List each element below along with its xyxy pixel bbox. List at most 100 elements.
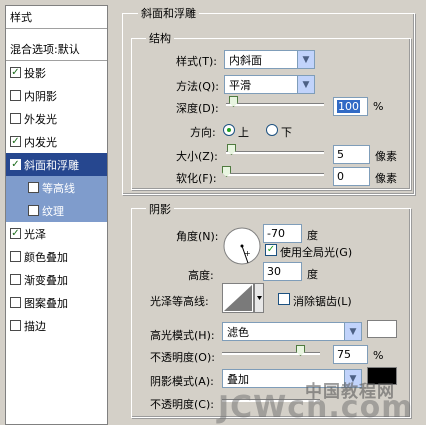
anti-alias-checkbox[interactable]: [278, 293, 290, 305]
effect-item[interactable]: 斜面和浮雕: [6, 153, 107, 176]
chevron-down-icon: ▼: [297, 51, 314, 68]
effect-checkbox[interactable]: [10, 320, 21, 331]
soften-slider[interactable]: [226, 173, 324, 176]
effect-checkbox[interactable]: [28, 182, 39, 193]
effect-item[interactable]: 等高线: [6, 176, 107, 199]
anti-alias-label: 消除锯齿(L): [293, 295, 352, 308]
highlight-opacity-label: 不透明度(O):: [150, 351, 215, 364]
effect-label: 渐变叠加: [24, 273, 68, 287]
angle-dial[interactable]: +: [222, 226, 262, 266]
highlight-mode-label: 高光模式(H):: [150, 329, 215, 342]
highlight-mode-value: 滤色: [227, 325, 249, 339]
direction-up-radio[interactable]: [223, 124, 235, 136]
style-label: 样式(T):: [176, 55, 218, 68]
altitude-unit: 度: [307, 268, 318, 281]
effect-item[interactable]: 光泽: [6, 222, 107, 245]
effect-label: 纹理: [42, 204, 64, 218]
watermark-line2: JCWcn.com: [218, 390, 414, 425]
shadow-opacity-label: 不透明度(C):: [150, 398, 214, 411]
shading-title: 阴影: [146, 201, 174, 217]
effect-checkbox[interactable]: [28, 205, 39, 216]
effect-item[interactable]: 投影: [6, 61, 107, 84]
size-unit: 像素: [375, 150, 397, 163]
chevron-down-icon: ▼: [344, 323, 361, 340]
effect-label: 外发光: [24, 112, 57, 126]
effect-item[interactable]: 图案叠加: [6, 291, 107, 314]
effect-label: 斜面和浮雕: [24, 158, 79, 172]
gloss-contour-label: 光泽等高线:: [150, 295, 209, 308]
highlight-opacity-input[interactable]: 75: [333, 345, 368, 364]
altitude-input[interactable]: 30: [263, 262, 302, 281]
effect-item[interactable]: 描边: [6, 314, 107, 337]
size-input[interactable]: 5: [333, 145, 370, 164]
depth-slider[interactable]: [226, 103, 324, 106]
size-value: 5: [337, 148, 344, 161]
blend-options-item[interactable]: 混合选项:默认: [6, 38, 107, 61]
effect-label: 内发光: [24, 135, 57, 149]
depth-input[interactable]: 100: [333, 97, 368, 116]
effect-checkbox[interactable]: [10, 113, 21, 124]
soften-value: 0: [337, 170, 344, 183]
effect-label: 颜色叠加: [24, 250, 68, 264]
effect-item[interactable]: 外发光: [6, 107, 107, 130]
angle-label: 角度(N):: [176, 230, 219, 243]
chevron-down-icon: ▼: [297, 76, 314, 93]
structure-title: 结构: [146, 30, 174, 46]
effect-label: 光泽: [24, 227, 46, 241]
styles-list: 样式 混合选项:默认 投影内阴影外发光内发光斜面和浮雕等高线纹理光泽颜色叠加渐变…: [5, 5, 108, 425]
soften-label: 软化(F):: [176, 172, 217, 185]
effect-checkbox[interactable]: [10, 228, 21, 239]
effect-item[interactable]: 纹理: [6, 199, 107, 222]
altitude-value: 30: [267, 265, 281, 278]
depth-value: 100: [337, 100, 360, 113]
direction-up-label: 上: [238, 126, 249, 139]
effect-checkbox[interactable]: [10, 159, 21, 170]
soften-unit: 像素: [375, 172, 397, 185]
angle-value: -70: [267, 227, 285, 240]
effect-label: 投影: [24, 66, 46, 80]
effect-checkbox[interactable]: [10, 297, 21, 308]
technique-select[interactable]: 平滑 ▼: [224, 75, 315, 94]
highlight-opacity-value: 75: [337, 348, 351, 361]
styles-header-label: 样式: [10, 11, 32, 24]
effect-label: 内阴影: [24, 89, 57, 103]
size-slider[interactable]: [226, 151, 324, 154]
styles-header[interactable]: 样式: [6, 6, 107, 29]
svg-text:+: +: [244, 249, 251, 258]
effect-label: 等高线: [42, 181, 75, 195]
effect-checkbox[interactable]: [10, 251, 21, 262]
effect-checkbox[interactable]: [10, 274, 21, 285]
effect-checkbox[interactable]: [10, 90, 21, 101]
effect-item[interactable]: 内阴影: [6, 84, 107, 107]
shadow-mode-value: 叠加: [227, 372, 249, 386]
shadow-mode-label: 阴影模式(A):: [150, 375, 214, 388]
effect-item[interactable]: 内发光: [6, 130, 107, 153]
depth-unit: %: [373, 100, 384, 113]
blend-options-label: 混合选项:默认: [10, 43, 80, 56]
style-select-value: 内斜面: [229, 53, 262, 67]
altitude-label: 高度:: [188, 269, 214, 282]
highlight-mode-select[interactable]: 滤色 ▼: [222, 322, 362, 341]
effect-checkbox[interactable]: [10, 136, 21, 147]
effect-item[interactable]: 渐变叠加: [6, 268, 107, 291]
angle-unit: 度: [307, 229, 318, 242]
effect-label: 图案叠加: [24, 296, 68, 310]
effect-label: 描边: [24, 319, 46, 333]
technique-select-value: 平滑: [229, 78, 251, 92]
technique-label: 方法(Q):: [176, 80, 219, 93]
global-light-label: 使用全局光(G): [280, 246, 353, 259]
bevel-section-title: 斜面和浮雕: [138, 5, 199, 21]
angle-input[interactable]: -70: [263, 224, 302, 243]
style-select[interactable]: 内斜面 ▼: [224, 50, 315, 69]
effect-checkbox[interactable]: [10, 67, 21, 78]
highlight-opacity-slider[interactable]: [222, 352, 320, 355]
direction-down-label: 下: [281, 126, 292, 139]
direction-down-radio[interactable]: [266, 124, 278, 136]
size-label: 大小(Z):: [176, 150, 218, 163]
direction-label: 方向:: [190, 126, 216, 139]
gloss-contour-picker[interactable]: [222, 283, 264, 313]
soften-input[interactable]: 0: [333, 167, 370, 186]
global-light-checkbox[interactable]: ✓: [265, 244, 277, 256]
highlight-color-swatch[interactable]: [367, 320, 397, 338]
effect-item[interactable]: 颜色叠加: [6, 245, 107, 268]
